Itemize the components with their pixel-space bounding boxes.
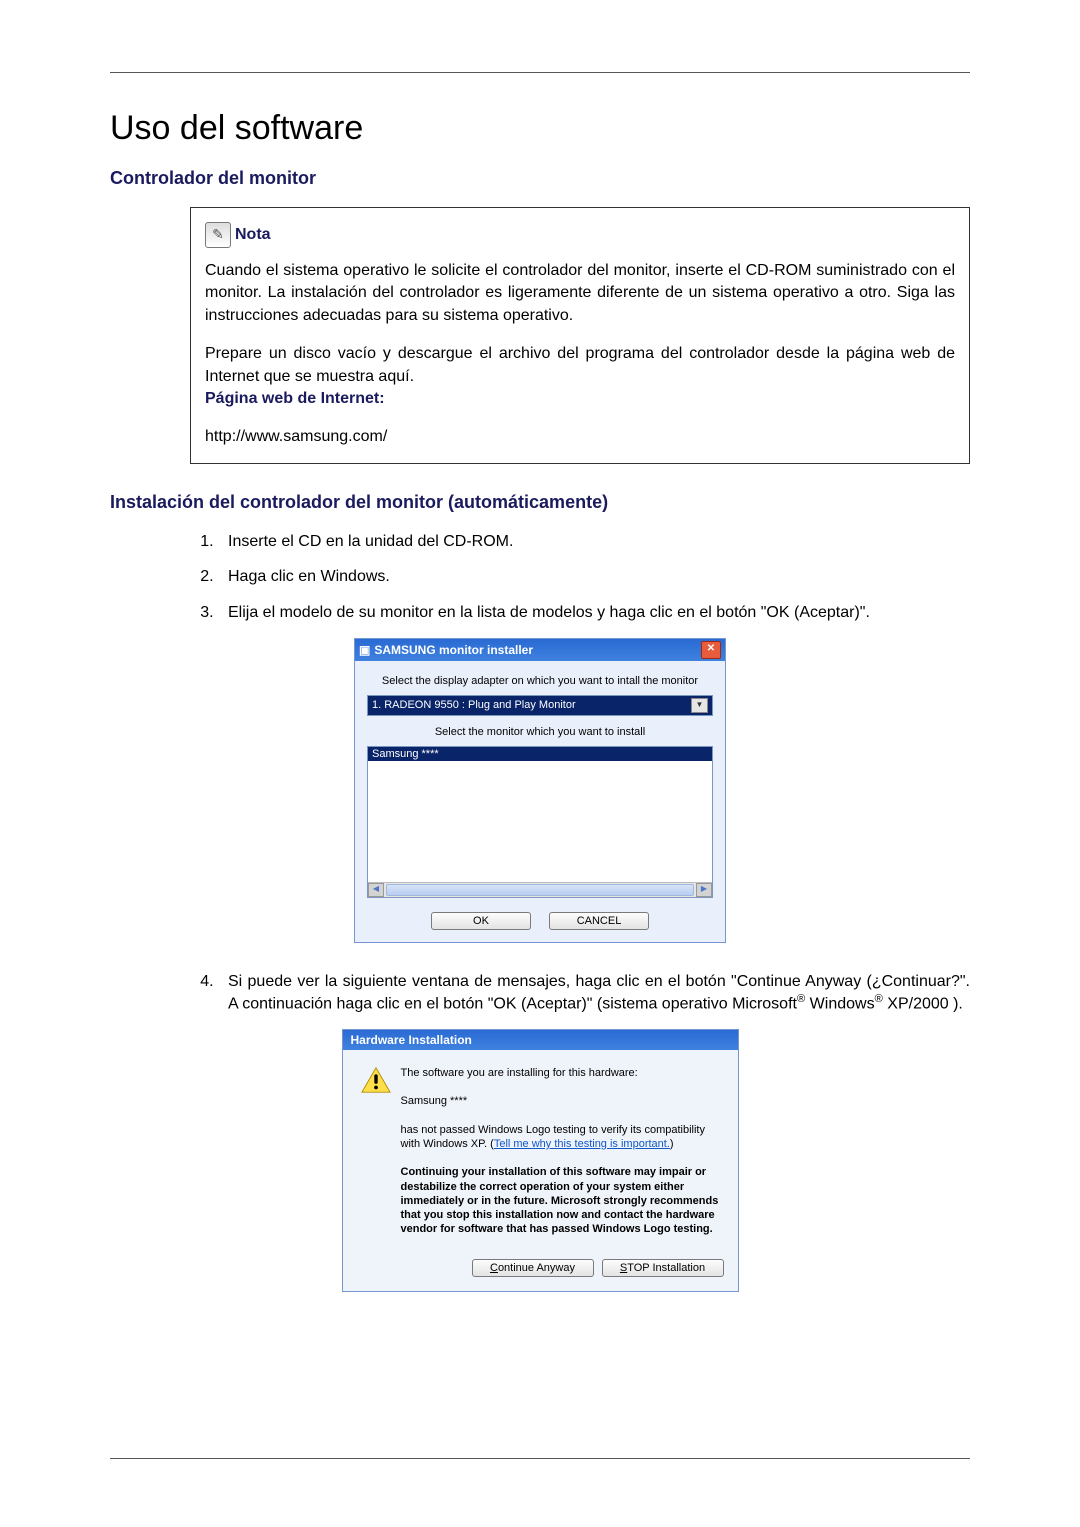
scroll-right-icon[interactable]: ▶ (696, 883, 712, 897)
horizontal-scrollbar[interactable]: ◀ ▶ (368, 882, 712, 897)
chevron-down-icon[interactable]: ▼ (691, 698, 708, 713)
hw-warning-text: Continuing your installation of this sof… (401, 1165, 720, 1236)
scroll-thumb[interactable] (386, 884, 694, 896)
ok-button[interactable]: OK (431, 912, 531, 930)
installer-dialog: ▣ SAMSUNG monitor installer ✕ Select the… (354, 638, 726, 943)
note-box: ✎ Nota Cuando el sistema operativo le so… (190, 207, 970, 464)
hw-title: Hardware Installation (343, 1030, 738, 1050)
hw-line2: Samsung **** (401, 1094, 720, 1108)
warning-icon (361, 1066, 391, 1094)
step-3: Elija el modelo de su monitor en la list… (218, 602, 970, 624)
close-icon[interactable]: ✕ (701, 641, 721, 659)
bottom-rule (110, 1458, 970, 1459)
installer-app-icon: ▣ (359, 643, 370, 657)
steps-list: Inserte el CD en la unidad del CD-ROM. H… (190, 531, 970, 624)
continue-anyway-button[interactable]: Continue Anyway (472, 1259, 594, 1277)
note-paragraph-2: Prepare un disco vacío y descargue el ar… (205, 343, 955, 410)
monitor-listbox[interactable]: Samsung **** ◀ ▶ (367, 746, 713, 898)
hw-line3: has not passed Windows Logo testing to v… (401, 1123, 720, 1152)
installer-instruction-2: Select the monitor which you want to ins… (367, 726, 713, 738)
section-install-auto: Instalación del controlador del monitor … (110, 492, 970, 513)
step-4: Si puede ver la siguiente ventana de men… (218, 971, 970, 1016)
monitor-list-item[interactable]: Samsung **** (368, 747, 712, 761)
scroll-left-icon[interactable]: ◀ (368, 883, 384, 897)
note-label: Nota (235, 224, 271, 246)
installer-title: SAMSUNG monitor installer (374, 643, 533, 657)
top-rule (110, 72, 970, 73)
hardware-installation-dialog: Hardware Installation The software you a… (342, 1029, 739, 1292)
installer-instruction-1: Select the display adapter on which you … (367, 675, 713, 687)
hw-line1: The software you are installing for this… (401, 1066, 720, 1080)
hw-why-link[interactable]: Tell me why this testing is important. (494, 1138, 670, 1150)
step-2: Haga clic en Windows. (218, 566, 970, 588)
adapter-selected: 1. RADEON 9550 : Plug and Play Monitor (372, 699, 576, 711)
note-url[interactable]: http://www.samsung.com/ (205, 426, 955, 448)
page-title: Uso del software (110, 109, 970, 148)
stop-installation-button[interactable]: STOP Installation (602, 1259, 724, 1277)
step-1: Inserte el CD en la unidad del CD-ROM. (218, 531, 970, 553)
cancel-button[interactable]: CANCEL (549, 912, 649, 930)
note-paragraph-1: Cuando el sistema operativo le solicite … (205, 260, 955, 327)
section-controller: Controlador del monitor (110, 168, 970, 189)
note-icon: ✎ (205, 222, 231, 248)
steps-list-continued: Si puede ver la siguiente ventana de men… (190, 971, 970, 1016)
adapter-dropdown[interactable]: 1. RADEON 9550 : Plug and Play Monitor ▼ (367, 695, 713, 716)
